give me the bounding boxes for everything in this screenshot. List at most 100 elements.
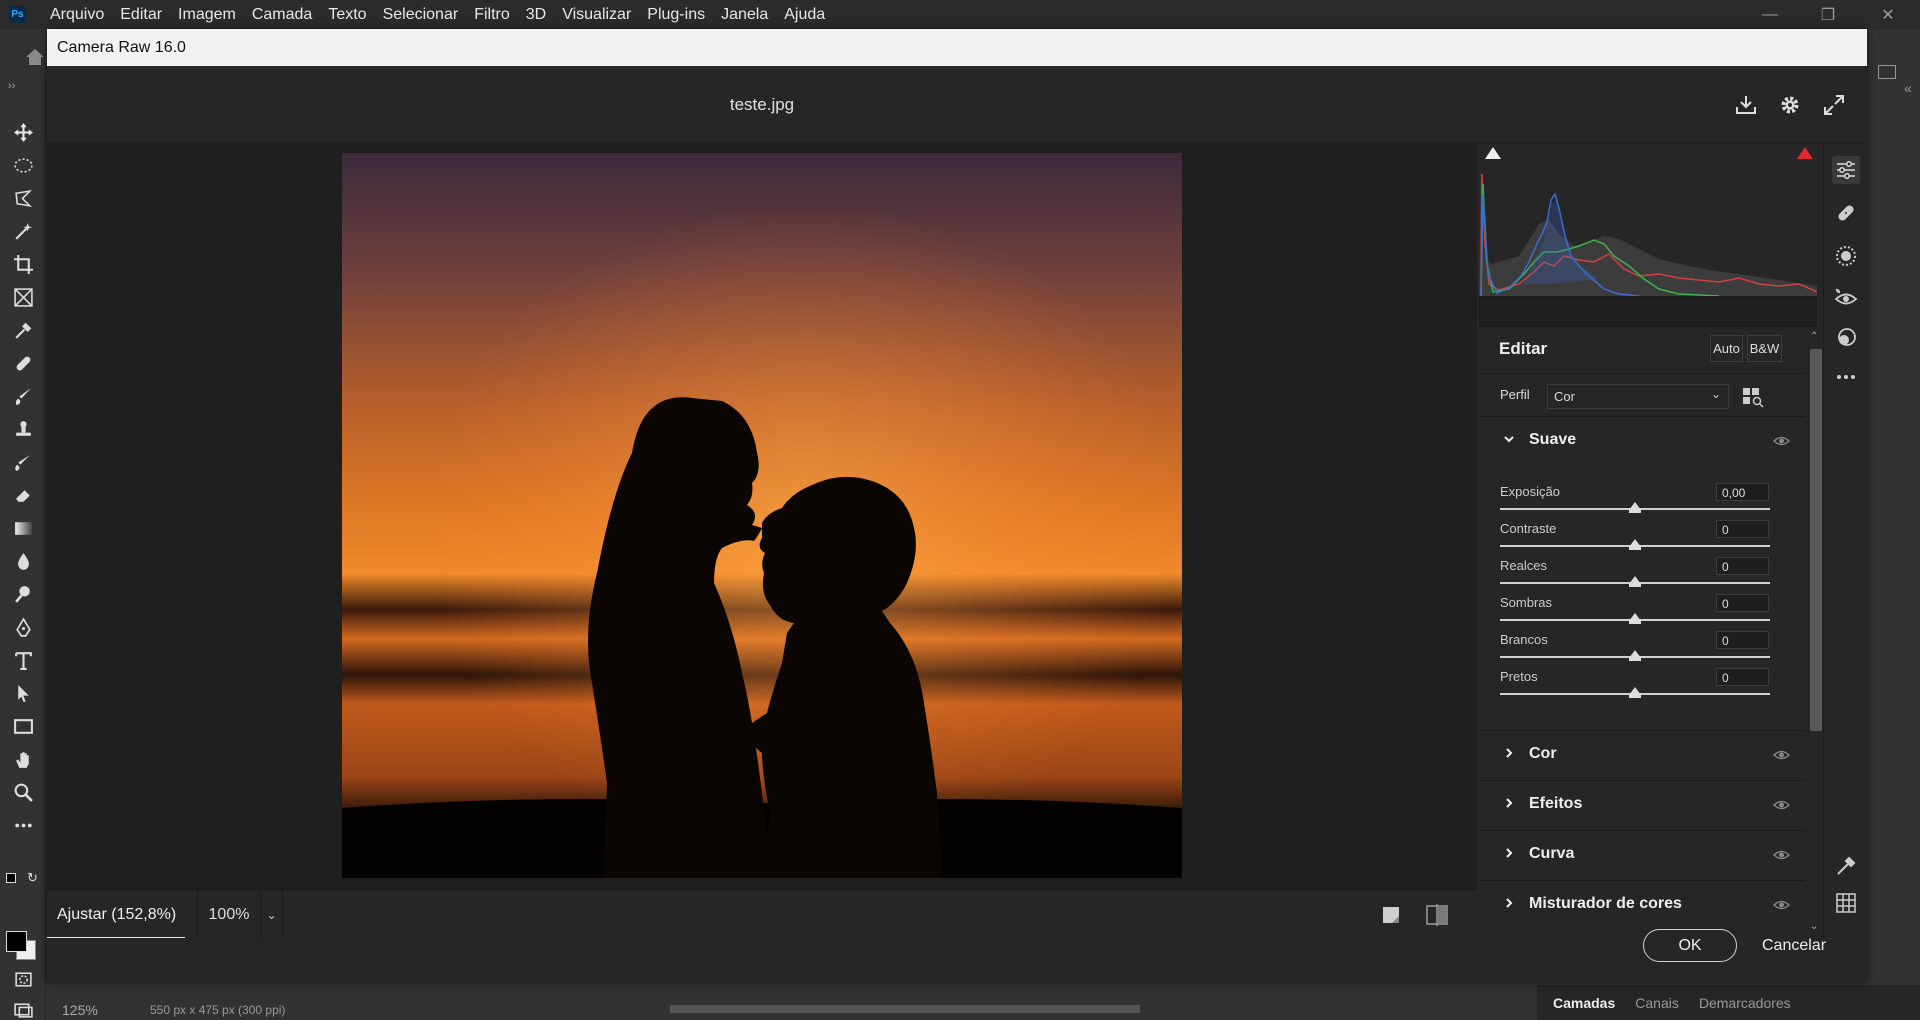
quick-mask-icon[interactable] (8, 965, 38, 993)
save-image-icon[interactable] (1729, 88, 1763, 122)
zoom-100-button[interactable]: 100% (197, 890, 261, 939)
home-icon[interactable] (24, 47, 46, 67)
section-misturador-de-cores[interactable]: Misturador de cores (1479, 880, 1805, 930)
slider-handle[interactable] (1629, 650, 1641, 661)
crop-tool-icon[interactable] (8, 250, 38, 278)
pen-tool-icon[interactable] (8, 613, 38, 641)
slider-value-field[interactable]: 0 (1716, 520, 1769, 538)
eye-icon[interactable] (1773, 898, 1790, 912)
menu-plugins[interactable]: Plug-ins (639, 0, 713, 29)
slider-value-field[interactable]: 0,00 (1716, 483, 1769, 501)
menu-imagem[interactable]: Imagem (170, 0, 244, 29)
cancel-button[interactable]: Cancelar (1749, 929, 1839, 962)
menu-visualizar[interactable]: Visualizar (554, 0, 639, 29)
menu-arquivo[interactable]: Arquivo (42, 0, 112, 29)
menu-filtro[interactable]: Filtro (466, 0, 518, 29)
scroll-thumb[interactable] (1810, 349, 1822, 731)
minimize-icon[interactable]: — (1742, 0, 1798, 29)
slider-handle[interactable] (1629, 502, 1641, 513)
single-view-icon[interactable] (1382, 906, 1400, 924)
image-canvas[interactable] (47, 144, 1477, 889)
move-tool-icon[interactable] (8, 118, 38, 146)
healing-bandage-icon[interactable] (1832, 199, 1860, 227)
slider-value-field[interactable]: 0 (1716, 668, 1769, 686)
status-zoom[interactable]: 125% (62, 1002, 98, 1018)
more-options-icon[interactable] (1832, 363, 1860, 391)
blur-tool-icon[interactable] (8, 547, 38, 575)
shadow-clipping-warning-icon[interactable] (1485, 147, 1501, 159)
scroll-up-icon[interactable]: ⌃ (1810, 331, 1818, 342)
panel-scrollbar[interactable]: ⌃ ⌄ (1805, 327, 1823, 937)
marquee-tool-icon[interactable] (8, 151, 38, 179)
eye-icon[interactable] (1773, 748, 1790, 762)
type-tool-icon[interactable] (8, 646, 38, 674)
dodge-tool-icon[interactable] (8, 580, 38, 608)
section-suave[interactable]: Suave (1479, 417, 1805, 467)
fullscreen-icon[interactable] (1817, 88, 1851, 122)
hand-tool-icon[interactable] (8, 745, 38, 773)
slider-handle[interactable] (1629, 687, 1641, 698)
more-tools-icon[interactable] (8, 811, 38, 839)
preview-image[interactable] (342, 153, 1182, 878)
slider-handle[interactable] (1629, 613, 1641, 624)
workspace-icon[interactable] (1878, 65, 1896, 79)
horizontal-scrollbar[interactable] (670, 1005, 1140, 1013)
menu-3d[interactable]: 3D (518, 0, 554, 29)
masking-icon[interactable] (1832, 242, 1860, 270)
grid-overlay-icon[interactable] (1832, 889, 1860, 917)
zoom-fit-button[interactable]: Ajustar (152,8%) (47, 890, 185, 939)
edit-sliders-icon[interactable] (1832, 156, 1860, 184)
slider-value-field[interactable]: 0 (1716, 631, 1769, 649)
menu-ajuda[interactable]: Ajuda (776, 0, 833, 29)
before-after-view-icon[interactable] (1425, 904, 1449, 926)
frame-tool-icon[interactable] (8, 283, 38, 311)
red-eye-icon[interactable] (1832, 285, 1860, 313)
section-cor[interactable]: Cor (1479, 730, 1805, 780)
profile-browser-icon[interactable] (1741, 384, 1765, 408)
menu-selecionar[interactable]: Selecionar (375, 0, 467, 29)
menu-janela[interactable]: Janela (713, 0, 776, 29)
presets-icon[interactable] (1832, 324, 1860, 352)
ok-button[interactable]: OK (1643, 929, 1737, 962)
auto-button[interactable]: Auto (1710, 335, 1743, 362)
eyedropper-tool-icon[interactable] (8, 316, 38, 344)
foreground-color-swatch[interactable] (6, 931, 27, 952)
slider-value-field[interactable]: 0 (1716, 594, 1769, 612)
zoom-tool-icon[interactable] (8, 778, 38, 806)
eye-icon[interactable] (1773, 848, 1790, 862)
default-colors-icon[interactable] (6, 873, 16, 883)
close-window-icon[interactable]: ✕ (1860, 0, 1916, 29)
eraser-tool-icon[interactable] (8, 481, 38, 509)
section-efeitos[interactable]: Efeitos (1479, 780, 1805, 830)
panel-expand-icon[interactable]: « (1904, 80, 1912, 96)
slider-handle[interactable] (1629, 576, 1641, 587)
screen-mode-icon[interactable] (8, 995, 38, 1020)
slider-value-field[interactable]: 0 (1716, 557, 1769, 575)
menu-camada[interactable]: Camada (244, 0, 320, 29)
tab-camadas[interactable]: Camadas (1553, 995, 1615, 1011)
color-sampler-icon[interactable] (1832, 852, 1860, 880)
bw-button[interactable]: B&W (1747, 335, 1782, 362)
path-selection-tool-icon[interactable] (8, 679, 38, 707)
gradient-tool-icon[interactable] (8, 514, 38, 542)
brush-tool-icon[interactable] (8, 382, 38, 410)
highlight-clipping-warning-icon[interactable] (1797, 147, 1813, 159)
settings-gear-icon[interactable] (1773, 88, 1807, 122)
history-brush-tool-icon[interactable] (8, 448, 38, 476)
section-curva[interactable]: Curva (1479, 830, 1805, 880)
expand-toolbar-icon[interactable]: ›› (8, 80, 15, 92)
menu-editar[interactable]: Editar (112, 0, 170, 29)
rectangle-tool-icon[interactable] (8, 712, 38, 740)
zoom-dropdown-chevron-icon[interactable]: ⌄ (261, 890, 283, 939)
restore-icon[interactable]: ❐ (1800, 0, 1856, 29)
tab-demarcadores[interactable]: Demarcadores (1699, 995, 1791, 1011)
swap-colors-icon[interactable]: ↻ (27, 870, 38, 886)
stamp-tool-icon[interactable] (8, 415, 38, 443)
slider-handle[interactable] (1629, 539, 1641, 550)
profile-select[interactable]: Cor ⌄ (1547, 384, 1729, 409)
eye-icon[interactable] (1773, 434, 1790, 448)
lasso-tool-icon[interactable] (8, 184, 38, 212)
healing-brush-tool-icon[interactable] (8, 349, 38, 377)
magic-wand-tool-icon[interactable] (8, 217, 38, 245)
eye-icon[interactable] (1773, 798, 1790, 812)
